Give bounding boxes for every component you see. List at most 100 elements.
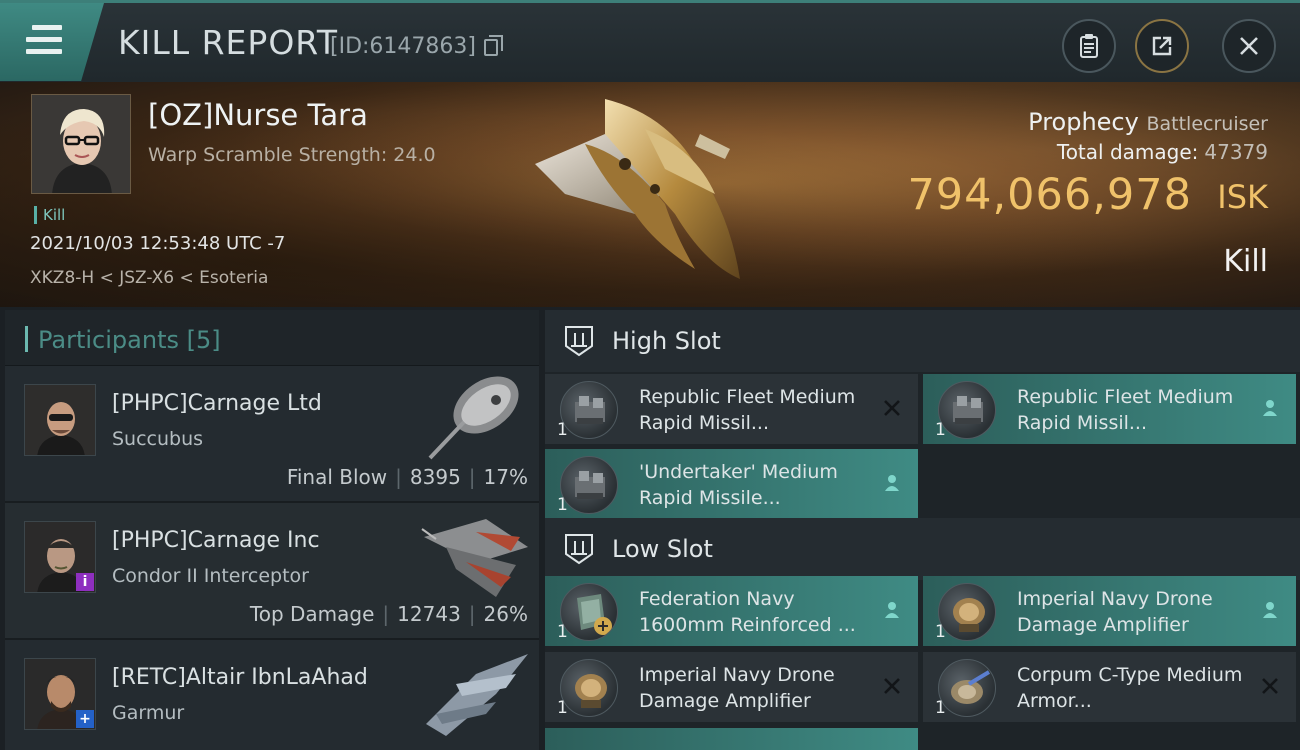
participants-count: [5] [186, 326, 221, 354]
module-quantity: 1 [557, 495, 568, 515]
share-icon [1152, 36, 1172, 56]
isk-unit: ISK [1217, 178, 1268, 216]
victim-ship-image [535, 99, 740, 279]
high-slot-header: High Slot [545, 310, 1300, 372]
participant-ship-image [426, 654, 528, 736]
participant-row[interactable]: [PHPC]Carnage Ltd Succubus Final Blow | … [5, 366, 539, 503]
participant-portrait[interactable]: + [24, 658, 96, 730]
dropped-icon [880, 471, 904, 495]
module-card[interactable]: 1 Corpum C-Type Medium Armor... [923, 652, 1296, 722]
fittings-panel: High Slot 1 Republic Fleet Medium Rapid … [545, 310, 1300, 750]
module-quantity: 1 [557, 698, 568, 718]
module-name: Imperial Navy Drone Damage Amplifier [639, 664, 835, 712]
module-quantity: 1 [935, 622, 946, 642]
warp-scramble-info: Warp Scramble Strength: 24.0 [148, 144, 436, 166]
participant-ship-image [428, 376, 519, 460]
participant-role: Final Blow [286, 465, 388, 489]
close-icon [1240, 37, 1258, 55]
page-title: KILL REPORT [118, 23, 338, 62]
kill-location[interactable]: XKZ8-H < JSZ-X6 < Esoteria [30, 268, 268, 288]
close-button[interactable] [1222, 19, 1276, 73]
dropped-icon [1258, 396, 1282, 420]
armor-repairer-icon [938, 659, 996, 717]
participant-damage: 12743 [397, 602, 461, 626]
participant-role: Top Damage [249, 602, 375, 626]
low-slot-label: Low Slot [612, 535, 713, 563]
participant-ship: Garmur [112, 702, 185, 724]
module-card[interactable]: 1 Imperial Navy Drone Damage Amplifier [923, 576, 1296, 646]
clipboard-icon [1080, 34, 1098, 58]
victim-ship-class: Battlecruiser [1146, 113, 1268, 135]
alert-badge-icon: i [76, 573, 94, 591]
armor-plate-icon [560, 583, 618, 641]
isk-value: 794,066,978 [907, 170, 1192, 220]
hamburger-menu-icon[interactable] [26, 25, 62, 55]
module-card[interactable]: 1 Republic Fleet Medium Rapid Missil... [923, 374, 1296, 444]
module-quantity: 1 [935, 420, 946, 440]
participant-damage: 8395 [409, 465, 461, 489]
module-name: Imperial Navy Drone Damage Amplifier [1017, 588, 1213, 636]
participant-ship: Condor II Interceptor [112, 565, 309, 587]
victim-name[interactable]: [OZ]Nurse Tara [148, 98, 368, 132]
participant-ship: Succubus [112, 428, 204, 450]
report-id: [ID:6147863] [330, 34, 476, 59]
module-card-partial[interactable] [545, 728, 918, 750]
victim-banner: [OZ]Nurse Tara Warp Scramble Strength: 2… [0, 82, 1300, 307]
participant-name[interactable]: [PHPC]Carnage Ltd [112, 391, 322, 416]
missile-launcher-icon [560, 381, 618, 439]
module-quantity: 1 [935, 698, 946, 718]
victim-ship-line: Prophecy Battlecruiser [1028, 108, 1268, 136]
participant-name[interactable]: [PHPC]Carnage Inc [112, 528, 320, 553]
low-slot-icon [565, 534, 593, 565]
high-slot-label: High Slot [612, 327, 721, 355]
participants-panel: Participants [5] [PHPC]Carnage Ltd Succu… [5, 310, 539, 750]
add-badge-icon: + [76, 710, 94, 728]
participant-percent: 26% [483, 602, 528, 626]
drone-amplifier-icon [938, 583, 996, 641]
kill-date: 2021/10/03 12:53:48 UTC -7 [30, 233, 286, 254]
title-bar: KILL REPORT [ID:6147863] [0, 0, 1300, 82]
dropped-icon [1258, 598, 1282, 622]
module-card[interactable]: 1 Federation Navy 1600mm Reinforced ... [545, 576, 918, 646]
participant-stats: Top Damage | 12743 | 26% [249, 602, 528, 626]
total-damage-label: Total damage: [1056, 140, 1199, 164]
module-card[interactable]: 1 Imperial Navy Drone Damage Amplifier [545, 652, 918, 722]
copy-id-icon[interactable] [484, 35, 503, 56]
module-quantity: 1 [557, 420, 568, 440]
share-button[interactable] [1135, 19, 1189, 73]
module-card[interactable]: 1 'Undertaker' Medium Rapid Missile... [545, 449, 918, 519]
clipboard-button[interactable] [1062, 19, 1116, 73]
module-name: Federation Navy 1600mm Reinforced ... [639, 588, 856, 636]
module-card[interactable]: 1 Republic Fleet Medium Rapid Missil... [545, 374, 918, 444]
victim-ship-name[interactable]: Prophecy [1028, 108, 1139, 136]
kill-tag: Kill [34, 206, 65, 224]
high-slot-icon [565, 326, 593, 357]
kill-type: Kill [1223, 244, 1268, 279]
participant-row[interactable]: i [PHPC]Carnage Inc Condor II Intercepto… [5, 503, 539, 640]
participant-ship-image [421, 519, 528, 597]
participant-percent: 17% [483, 465, 528, 489]
destroyed-icon [1258, 674, 1282, 698]
missile-launcher-icon [560, 456, 618, 514]
module-name: Corpum C-Type Medium Armor... [1017, 664, 1243, 712]
participants-label: Participants [38, 326, 179, 354]
participant-name[interactable]: [RETC]Altair IbnLaAhad [112, 665, 368, 690]
dropped-icon [880, 598, 904, 622]
participant-portrait[interactable]: i [24, 521, 96, 593]
participant-row[interactable]: + [RETC]Altair IbnLaAhad Garmur [5, 640, 539, 750]
participant-portrait[interactable] [24, 384, 96, 456]
participant-stats: Final Blow | 8395 | 17% [286, 465, 528, 489]
total-damage-value: 47379 [1204, 140, 1268, 164]
total-damage: Total damage: 47379 [1057, 140, 1268, 164]
participants-header: Participants [5] [5, 310, 539, 366]
destroyed-icon [880, 396, 904, 420]
missile-launcher-icon [938, 381, 996, 439]
module-quantity: 1 [557, 622, 568, 642]
low-slot-header: Low Slot [545, 518, 1300, 580]
module-name: Republic Fleet Medium Rapid Missil... [639, 386, 856, 434]
victim-portrait[interactable] [31, 94, 131, 194]
drone-amplifier-icon [560, 659, 618, 717]
destroyed-icon [880, 674, 904, 698]
module-name: 'Undertaker' Medium Rapid Missile... [639, 461, 838, 509]
menu-tab[interactable] [0, 3, 104, 81]
